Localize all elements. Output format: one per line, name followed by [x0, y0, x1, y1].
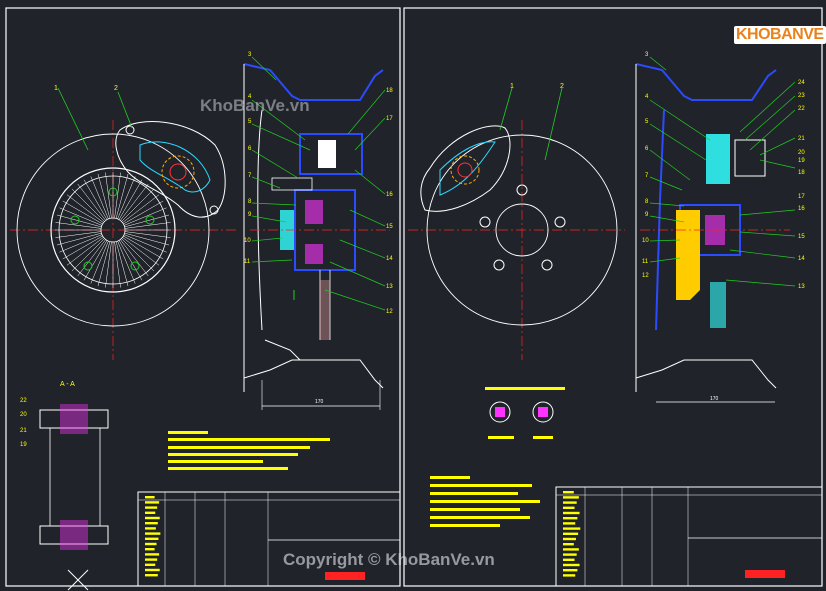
callout-label: 9: [645, 212, 649, 218]
callout-label: 9: [248, 212, 252, 218]
left-technical-notes: [168, 431, 330, 470]
callout-label: 12: [642, 273, 649, 279]
cad-drawing: 1 2 170 3 4 5 6 7 8 9 10 11 12 13 14 15 …: [5, 7, 823, 591]
right-technical-notes: [430, 476, 540, 527]
callout-label: 5: [645, 119, 649, 125]
callout-label: 5: [248, 119, 252, 125]
callout-label: 8: [645, 199, 649, 205]
callout-label: 13: [386, 284, 393, 290]
right-legend: [485, 387, 565, 439]
section-a-a: A - A 22 20 21 19: [20, 381, 109, 591]
callout-label: 170: [315, 399, 324, 405]
callout-label: 16: [386, 192, 393, 198]
left-front-view: 1 2: [10, 85, 236, 360]
callout-label: 170: [710, 396, 719, 402]
callout-label: 7: [645, 173, 649, 179]
callout-label: 3: [645, 52, 649, 58]
callout-label: 18: [798, 170, 805, 176]
callout-label: 4: [645, 94, 649, 100]
callout-label: 19: [798, 158, 805, 164]
site-logo: KHOBANVE: [734, 26, 826, 44]
callout-label: 8: [248, 199, 252, 205]
callout-label: 6: [645, 146, 649, 152]
callout-label: 14: [798, 256, 805, 262]
callout-label: 12: [386, 309, 393, 315]
right-title-block: [555, 486, 823, 587]
callout-label: 17: [798, 194, 805, 200]
cad-drawing-canvas: 1 2 170 3 4 5 6 7 8 9 10 11 12 13 14 15 …: [0, 0, 826, 591]
callout-label: 21: [20, 428, 27, 434]
callout-label: 18: [386, 88, 393, 94]
callout-label: 15: [798, 234, 805, 240]
callout-label: 3: [248, 52, 252, 58]
watermark-bottom: Copyright © KhoBanVe.vn: [283, 550, 495, 569]
callout-label: 2: [560, 83, 564, 90]
callout-label: 24: [798, 80, 805, 86]
callout-label: 11: [244, 259, 251, 265]
watermark-top: KhoBanVe.vn: [200, 96, 310, 115]
callout-label: 1: [510, 83, 514, 90]
right-front-view: 1 2: [408, 83, 625, 360]
callout-label: 13: [798, 284, 805, 290]
callout-label: 14: [386, 256, 393, 262]
callout-label: 22: [20, 398, 27, 404]
left-sheet-frame: [5, 7, 401, 587]
callout-label: 1: [54, 85, 58, 92]
callout-label: 11: [642, 259, 649, 265]
callout-label: 10: [244, 238, 251, 244]
callout-label: 2: [114, 85, 118, 92]
left-title-block: [137, 491, 401, 587]
callout-label: 7: [248, 173, 252, 179]
callout-label: 19: [20, 442, 27, 448]
callout-label: 10: [642, 238, 649, 244]
callout-label: 21: [798, 136, 805, 142]
callout-label: 22: [798, 106, 805, 112]
callout-label: 20: [798, 150, 805, 156]
callout-label: 20: [20, 412, 27, 418]
callout-label: 17: [386, 116, 393, 122]
right-section-view: 170 3 4 5 6 7 8 9 10 11 12 13 14 15 16 1…: [635, 52, 805, 403]
callout-label: 6: [248, 146, 252, 152]
callout-label: 15: [386, 224, 393, 230]
callout-label: 16: [798, 206, 805, 212]
callout-label: 23: [798, 93, 805, 99]
right-sheet-frame: [403, 7, 823, 587]
callout-label: A - A: [60, 381, 75, 388]
